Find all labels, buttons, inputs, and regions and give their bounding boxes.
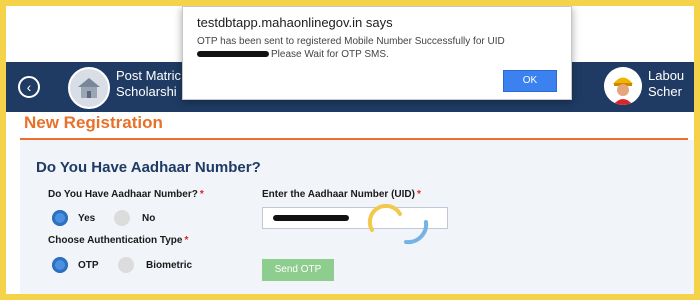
required-marker: * bbox=[184, 235, 189, 246]
auth-biometric-label[interactable]: Biometric bbox=[146, 260, 192, 271]
section-heading: Do You Have Aadhaar Number? bbox=[36, 159, 261, 176]
dialog-message: OTP has been sent to registered Mobile N… bbox=[197, 35, 557, 61]
label-text: Choose Authentication Type bbox=[48, 235, 183, 246]
scheme-title-line: Post Matric bbox=[116, 68, 182, 83]
auth-type-label: Choose Authentication Type * bbox=[48, 235, 188, 246]
auth-otp-label[interactable]: OTP bbox=[78, 260, 99, 271]
auth-biometric-radio[interactable] bbox=[118, 257, 134, 273]
redacted-uid-mask bbox=[273, 215, 349, 221]
page-title: New Registration bbox=[24, 113, 163, 132]
auth-otp-radio[interactable] bbox=[52, 257, 68, 273]
browser-viewport: ‹ Post Matric Scholarshi s Labou bbox=[6, 6, 694, 294]
alert-dialog: testdbtapp.mahaonlinegov.in says OTP has… bbox=[182, 6, 572, 100]
required-marker: * bbox=[199, 189, 204, 200]
chevron-left-icon: ‹ bbox=[26, 79, 32, 95]
scheme-title-line: Scholarshi bbox=[116, 84, 177, 99]
loading-spinner-icon bbox=[367, 204, 429, 245]
back-button[interactable]: ‹ bbox=[18, 76, 40, 98]
label-text: Enter the Aadhaar Number (UID) bbox=[262, 189, 415, 200]
scheme-post-matric-title[interactable]: Post Matric Scholarshi bbox=[116, 68, 181, 100]
label-text: Do You Have Aadhaar Number? bbox=[48, 189, 198, 200]
dialog-message-text: Please Wait for OTP SMS. bbox=[271, 49, 389, 60]
dialog-title: testdbtapp.mahaonlinegov.in says bbox=[197, 15, 393, 30]
scheme-title-line: Scher bbox=[648, 84, 682, 99]
aadhaar-no-radio[interactable] bbox=[114, 210, 130, 226]
labour-worker-icon[interactable] bbox=[604, 67, 642, 105]
aadhaar-question-label: Do You Have Aadhaar Number? * bbox=[48, 189, 204, 200]
required-marker: * bbox=[416, 189, 421, 200]
school-building-icon[interactable] bbox=[68, 67, 110, 109]
aadhaar-number-label: Enter the Aadhaar Number (UID) * bbox=[262, 189, 421, 200]
scheme-title-line: Labou bbox=[648, 68, 685, 83]
dialog-message-line: OTP has been sent to registered Mobile N… bbox=[197, 36, 505, 47]
aadhaar-yes-label[interactable]: Yes bbox=[78, 213, 95, 224]
ok-button[interactable]: OK bbox=[503, 70, 557, 92]
send-otp-button[interactable]: Send OTP bbox=[262, 259, 334, 281]
dialog-message-line: Please Wait for OTP SMS. bbox=[197, 48, 557, 61]
scheme-labour-title[interactable]: Labou Scher bbox=[648, 68, 684, 100]
aadhaar-no-label[interactable]: No bbox=[142, 213, 155, 224]
redacted-uid-mask bbox=[197, 51, 269, 58]
aadhaar-yes-radio[interactable] bbox=[52, 210, 68, 226]
